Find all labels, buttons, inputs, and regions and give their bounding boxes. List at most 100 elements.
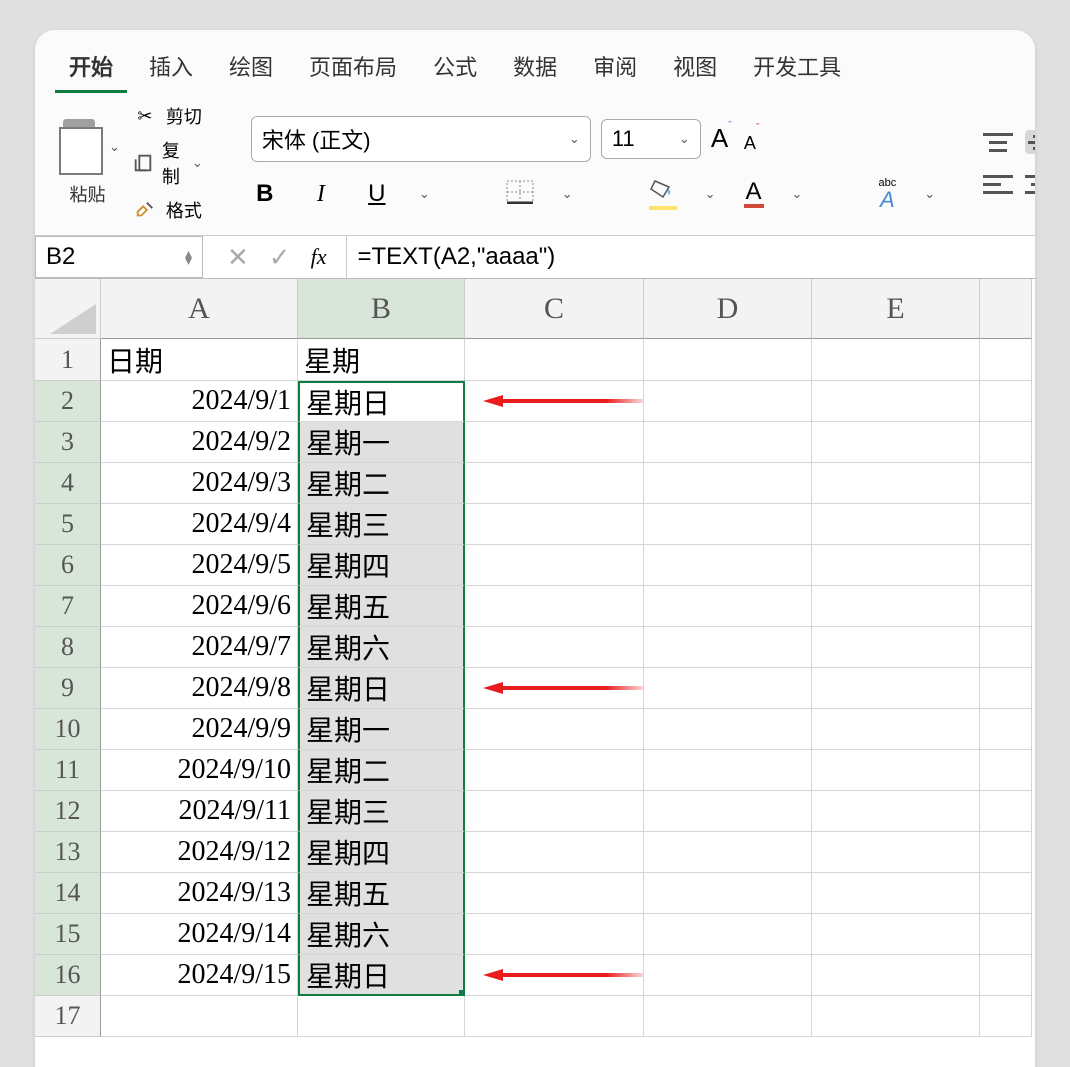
cell[interactable]: 星期一 — [298, 422, 465, 463]
fill-color-button[interactable] — [649, 179, 677, 210]
cell[interactable] — [980, 586, 1032, 627]
cell[interactable] — [980, 750, 1032, 791]
cell[interactable] — [465, 586, 644, 627]
cell[interactable] — [644, 381, 812, 422]
cell[interactable] — [644, 422, 812, 463]
col-header-F[interactable] — [980, 279, 1032, 339]
fx-icon[interactable]: fx — [311, 244, 327, 270]
cell[interactable] — [465, 750, 644, 791]
cell[interactable] — [465, 381, 644, 422]
cell[interactable]: 星期四 — [298, 545, 465, 586]
borders-dropdown-icon[interactable]: ⌄ — [562, 186, 573, 202]
cell[interactable] — [644, 463, 812, 504]
cell[interactable]: 星期日 — [298, 381, 465, 422]
cell[interactable]: 星期日 — [298, 668, 465, 709]
cell[interactable] — [465, 914, 644, 955]
cell[interactable] — [465, 627, 644, 668]
tab-developer[interactable]: 开发工具 — [739, 42, 855, 93]
font-color-dropdown-icon[interactable]: ⌄ — [792, 186, 803, 202]
cell[interactable] — [465, 463, 644, 504]
tab-view[interactable]: 视图 — [659, 42, 731, 93]
cell[interactable] — [644, 750, 812, 791]
formula-input[interactable]: =TEXT(A2,"aaaa") — [346, 236, 1035, 278]
cell[interactable] — [644, 914, 812, 955]
cut-button[interactable]: ✂ 剪切 — [132, 103, 203, 129]
tab-page-layout[interactable]: 页面布局 — [295, 42, 411, 93]
cell[interactable]: 2024/9/3 — [101, 463, 298, 504]
cell[interactable] — [101, 996, 298, 1037]
fill-dropdown-icon[interactable]: ⌄ — [705, 186, 716, 202]
cell[interactable]: 星期六 — [298, 914, 465, 955]
cell[interactable]: 2024/9/2 — [101, 422, 298, 463]
borders-button[interactable] — [506, 180, 534, 209]
confirm-icon[interactable]: ✓ — [269, 242, 291, 273]
cell[interactable]: 2024/9/8 — [101, 668, 298, 709]
cell[interactable] — [644, 339, 812, 381]
cell[interactable]: 星期二 — [298, 463, 465, 504]
cell[interactable] — [812, 873, 980, 914]
cell[interactable]: 星期一 — [298, 709, 465, 750]
cell[interactable]: 星期 — [298, 339, 465, 381]
cell[interactable] — [980, 463, 1032, 504]
name-box[interactable]: B2 ▴▾ — [35, 236, 203, 278]
copy-dropdown-icon[interactable]: ⌄ — [192, 155, 203, 171]
cell[interactable] — [980, 955, 1032, 996]
cell[interactable]: 2024/9/9 — [101, 709, 298, 750]
cell[interactable] — [980, 339, 1032, 381]
italic-button[interactable]: I — [307, 181, 335, 208]
cell[interactable] — [465, 955, 644, 996]
underline-button[interactable]: U — [363, 180, 391, 208]
cell[interactable] — [980, 914, 1032, 955]
cell[interactable] — [644, 586, 812, 627]
row-header[interactable]: 2 — [35, 381, 101, 422]
row-header[interactable]: 11 — [35, 750, 101, 791]
row-header[interactable]: 6 — [35, 545, 101, 586]
cell[interactable]: 日期 — [101, 339, 298, 381]
phonetic-dropdown-icon[interactable]: ⌄ — [924, 186, 935, 202]
cell[interactable]: 2024/9/12 — [101, 832, 298, 873]
tab-insert[interactable]: 插入 — [135, 42, 207, 93]
cell[interactable] — [812, 627, 980, 668]
cell[interactable] — [980, 873, 1032, 914]
cell[interactable] — [644, 504, 812, 545]
cell[interactable]: 2024/9/10 — [101, 750, 298, 791]
cell[interactable] — [465, 832, 644, 873]
row-header[interactable]: 5 — [35, 504, 101, 545]
bold-button[interactable]: B — [251, 180, 279, 208]
cell[interactable]: 2024/9/4 — [101, 504, 298, 545]
cell[interactable] — [980, 627, 1032, 668]
cancel-icon[interactable]: ✕ — [227, 242, 249, 273]
row-header[interactable]: 10 — [35, 709, 101, 750]
cell[interactable] — [644, 996, 812, 1037]
row-header[interactable]: 1 — [35, 339, 101, 381]
cell[interactable] — [644, 627, 812, 668]
align-left-button[interactable] — [983, 172, 1013, 196]
cell[interactable]: 星期五 — [298, 873, 465, 914]
cell[interactable]: 2024/9/6 — [101, 586, 298, 627]
cell[interactable] — [644, 668, 812, 709]
cell[interactable] — [812, 668, 980, 709]
cell[interactable] — [812, 914, 980, 955]
name-box-spinner-icon[interactable]: ▴▾ — [185, 250, 192, 264]
cell[interactable] — [980, 709, 1032, 750]
cell[interactable] — [812, 586, 980, 627]
font-name-select[interactable]: 宋体 (正文) ⌄ — [251, 116, 591, 162]
row-header[interactable]: 4 — [35, 463, 101, 504]
tab-draw[interactable]: 绘图 — [215, 42, 287, 93]
cell[interactable]: 星期三 — [298, 504, 465, 545]
cell[interactable] — [298, 996, 465, 1037]
row-header[interactable]: 12 — [35, 791, 101, 832]
cell[interactable]: 2024/9/5 — [101, 545, 298, 586]
cell[interactable]: 星期六 — [298, 627, 465, 668]
col-header-B[interactable]: B — [298, 279, 465, 339]
cell[interactable] — [465, 504, 644, 545]
row-header[interactable]: 17 — [35, 996, 101, 1037]
shrink-font-button[interactable]: Aˇ — [744, 133, 760, 154]
align-center-button[interactable] — [1025, 172, 1035, 196]
cell[interactable] — [812, 381, 980, 422]
select-all-corner[interactable] — [35, 279, 101, 339]
cell[interactable] — [465, 791, 644, 832]
cell[interactable] — [980, 791, 1032, 832]
row-header[interactable]: 8 — [35, 627, 101, 668]
cell[interactable] — [812, 463, 980, 504]
